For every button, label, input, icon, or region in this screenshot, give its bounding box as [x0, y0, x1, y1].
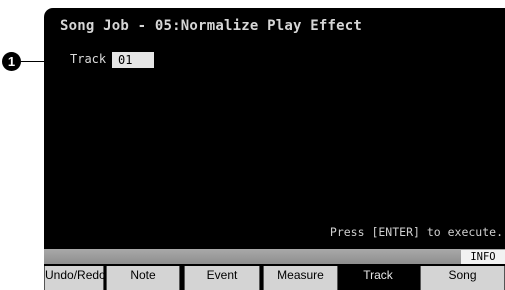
function-bar	[44, 249, 505, 264]
tab-track[interactable]: Track	[340, 266, 416, 290]
execute-hint: Press [ENTER] to execute.	[329, 225, 503, 239]
tab-undo-redo[interactable]: Undo/Redo	[44, 266, 106, 290]
tab-bar: Undo/Redo Note Event Measure Track Song	[44, 266, 505, 290]
tab-note[interactable]: Note	[106, 266, 180, 290]
callout-number-badge: 1	[2, 52, 21, 71]
page-title: Song Job - 05:Normalize Play Effect	[60, 18, 363, 34]
tab-song[interactable]: Song	[420, 266, 505, 290]
track-label: Track	[70, 52, 107, 66]
tab-event[interactable]: Event	[184, 266, 260, 290]
info-button[interactable]: INFO	[461, 250, 505, 264]
track-value-field[interactable]: 01	[112, 52, 154, 68]
tab-measure[interactable]: Measure	[263, 266, 338, 290]
device-screen: Song Job - 05:Normalize Play Effect Trac…	[44, 8, 505, 290]
